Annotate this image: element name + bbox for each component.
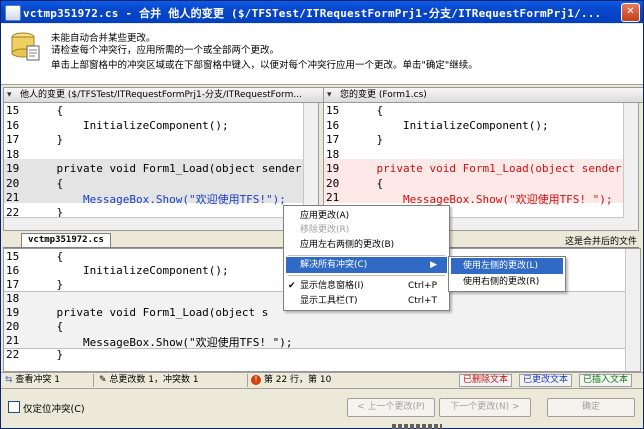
line-number: 16 <box>326 118 340 132</box>
line-number: 20 <box>326 176 340 190</box>
left-code-pane[interactable]: 15 {16 InitializeComponent(); 17 } 18 19 pr… <box>3 102 319 231</box>
merge-window: vctmp351972.cs - 合并 他人的变更 ($/TFSTest/ITR… <box>0 0 644 429</box>
menu-show-toolbar[interactable]: 显示工具栏(T) Ctrl+T <box>286 293 447 309</box>
title-bar: vctmp351972.cs - 合并 他人的变更 ($/TFSTest/ITR… <box>1 1 643 23</box>
status-view-conflict[interactable]: ⇆ 查看冲突 1 <box>5 374 60 387</box>
database-merge-icon <box>11 32 40 61</box>
footer: 仅定位冲突(C) < 上一个更改(P) 下一个更改(N) > 确定 <box>1 389 643 428</box>
menu-remove-change[interactable]: 移除更改(R) <box>286 222 447 238</box>
line-number: 21 <box>6 191 20 204</box>
legend-inserted: 已插入文本 <box>579 374 633 387</box>
status-total-changes: ✎ 总更改数 1，冲突数 1 <box>99 375 199 385</box>
code-line[interactable]: MessageBox.Show("欢迎使用TFS! "); <box>30 334 293 350</box>
line-number: 17 <box>6 278 20 291</box>
line-number: 16 <box>6 264 20 277</box>
code-line[interactable]: InitializeComponent(); <box>30 119 229 132</box>
submenu-arrow-icon: ▶ <box>430 260 437 270</box>
info-line-2: 请检查每个冲突行，应用所需的一个或全部两个更改。 <box>51 45 280 56</box>
app-icon <box>5 5 21 21</box>
line-number: 19 <box>6 162 20 175</box>
chevron-down-icon: ▾ <box>327 90 332 100</box>
left-horizontal-scrollbar[interactable] <box>4 217 304 230</box>
ok-button[interactable]: 确定 <box>547 398 635 417</box>
left-pane-title: 他人的变更 ($/TFSTest/ITRequestFormPrj1-分支/IT… <box>20 90 302 100</box>
lock-to-conflicts-checkbox[interactable] <box>8 401 20 413</box>
menu-separator <box>288 275 445 276</box>
line-number: 15 <box>6 250 20 263</box>
line-number: 18 <box>6 147 20 161</box>
code-line[interactable]: InitializeComponent(); <box>30 264 229 277</box>
line-number: 21 <box>6 334 20 347</box>
lock-to-conflicts-label: 仅定位冲突(C) <box>23 404 85 415</box>
code-line[interactable]: private void Form1_Load(object s <box>30 306 268 319</box>
status-position: ! 第 22 行，第 10 <box>251 374 331 387</box>
line-number: 22 <box>6 348 20 361</box>
checkmark-icon: ✔ <box>288 281 296 291</box>
legend-changed: 已更改文本 <box>519 374 573 387</box>
right-pane-header: ▾ 您的变更 (Form1.cs) <box>323 87 643 103</box>
code-line[interactable]: { <box>350 104 383 117</box>
chevron-down-icon: ▾ <box>7 90 12 100</box>
merged-vertical-scrollbar[interactable] <box>625 249 640 371</box>
left-pane-header: ▾ 他人的变更 ($/TFSTest/ITRequestFormPrj1-分支/… <box>3 87 335 103</box>
code-line[interactable]: InitializeComponent(); <box>350 119 549 132</box>
line-number: 18 <box>326 147 340 161</box>
code-line[interactable]: { <box>30 177 63 190</box>
line-number: 17 <box>326 133 340 146</box>
code-line[interactable]: { <box>30 104 63 117</box>
line-number: 16 <box>6 118 20 132</box>
dotted-decoration <box>392 424 442 429</box>
tab-merged-file[interactable]: vctmp351972.cs <box>21 233 111 247</box>
window-title: vctmp351972.cs - 合并 他人的变更 ($/TFSTest/ITR… <box>23 7 602 20</box>
warning-icon: ! <box>251 375 261 385</box>
resolve-submenu: 使用左侧的更改(L) 使用右侧的更改(R) <box>448 256 566 292</box>
info-line-3: 单击上部窗格中的冲突区域或在下部窗格中键入，以便对每个冲突行应用一个更改。单击"… <box>51 60 478 71</box>
line-number: 20 <box>6 176 20 190</box>
code-line[interactable]: { <box>30 320 63 333</box>
context-menu: 应用更改(A) 移除更改(R) 应用左右两侧的更改(B) 解决所有冲突(C) ▶ … <box>283 205 450 311</box>
next-change-button[interactable]: 下一个更改(N) > <box>439 398 531 417</box>
right-pane-title: 您的变更 (Form1.cs) <box>340 90 427 100</box>
code-line[interactable]: private void Form1_Load(object sender, E… <box>350 162 638 175</box>
right-vertical-scrollbar[interactable] <box>623 103 638 230</box>
close-button[interactable]: ✕ <box>621 3 640 22</box>
code-line[interactable]: { <box>350 177 383 190</box>
code-line[interactable]: } <box>350 133 383 146</box>
submenu-use-left-change[interactable]: 使用左侧的更改(L) <box>451 258 563 274</box>
code-line[interactable]: { <box>30 250 63 263</box>
line-number: 18 <box>6 292 20 305</box>
line-number: 19 <box>6 306 20 319</box>
line-number: 15 <box>6 104 20 117</box>
line-number: 20 <box>6 320 20 333</box>
line-number: 19 <box>326 162 340 175</box>
code-line[interactable]: } <box>30 278 63 291</box>
info-pane: 未能自动合并某些更改。 请检查每个冲突行，应用所需的一个或全部两个更改。 单击上… <box>1 24 643 85</box>
code-line[interactable]: private void Form1_Load(object sender, <box>30 162 308 175</box>
code-line[interactable]: MessageBox.Show("欢迎使用TFS!"); <box>30 191 286 207</box>
submenu-use-right-change[interactable]: 使用右侧的更改(R) <box>451 274 563 290</box>
code-line[interactable]: } <box>30 133 63 146</box>
merged-file-note: 这是合并后的文件 <box>564 237 637 247</box>
status-bar: ⇆ 查看冲突 1 ✎ 总更改数 1，冲突数 1 ! 第 22 行，第 10 已删… <box>1 372 643 389</box>
line-number: 21 <box>326 191 340 204</box>
menu-show-info-pane[interactable]: ✔ 显示信息窗格(I) Ctrl+P <box>286 278 447 294</box>
line-number: 17 <box>6 133 20 146</box>
line-number: 15 <box>326 104 340 117</box>
prev-change-button[interactable]: < 上一个更改(P) <box>347 398 435 417</box>
menu-resolve-all-conflicts[interactable]: 解决所有冲突(C) ▶ <box>286 257 447 273</box>
menu-separator <box>288 255 445 256</box>
legend-deleted: 已删除文本 <box>459 374 513 387</box>
code-line[interactable]: } <box>30 348 63 361</box>
menu-apply-both-changes[interactable]: 应用左右两侧的更改(B) <box>286 237 447 253</box>
